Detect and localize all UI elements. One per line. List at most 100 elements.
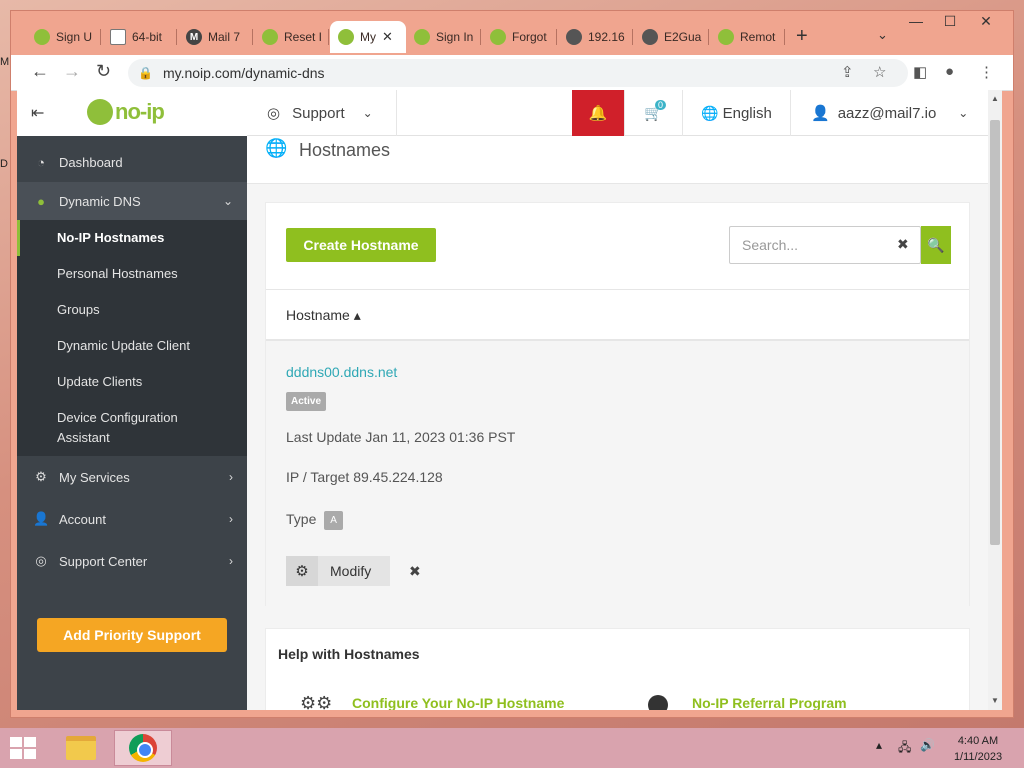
gear-icon: ⚙ — [286, 556, 318, 586]
clear-search-icon[interactable]: ✖ — [897, 236, 909, 253]
sidebar-header: ⇤ no-ip — [17, 90, 247, 136]
sidebar-item-support-center[interactable]: ◎ Support Center › — [17, 540, 247, 582]
search-button[interactable]: 🔍 — [921, 226, 951, 264]
create-hostname-button[interactable]: Create Hostname — [286, 228, 436, 262]
share-icon[interactable]: ⇪ — [841, 63, 854, 81]
top-navigation: ◎ Support ⌄ 🔔 🛒 0 🌐 English 👤 aazz@mail7… — [247, 90, 991, 136]
delete-hostname-icon[interactable]: ✖ — [409, 563, 421, 580]
forward-arrow-icon[interactable]: → — [63, 61, 81, 82]
ip-target-text: IP / Target 89.45.224.128 — [286, 469, 443, 485]
user-menu[interactable]: 👤 aazz@mail7.io ⌄ — [791, 90, 991, 136]
file-explorer-button[interactable] — [52, 730, 110, 766]
volume-icon[interactable]: 🔊 — [920, 738, 935, 752]
noip-favicon-icon — [414, 29, 430, 45]
network-icon[interactable]: 🖧 — [898, 738, 911, 759]
type-label: Type — [286, 511, 317, 528]
lifebuoy-icon: ◎ — [267, 105, 281, 122]
language-label: English — [722, 104, 772, 122]
address-bar[interactable]: 🔒 my.noip.com/dynamic-dns — [128, 59, 908, 87]
gear-icon: ⚙ — [35, 469, 47, 484]
globe-favicon-icon — [642, 29, 658, 45]
modify-button[interactable]: ⚙ Modify — [286, 556, 390, 586]
bookmark-star-icon[interactable]: ☆ — [873, 63, 886, 81]
sidebar-item-label: Dynamic DNS — [59, 193, 141, 209]
sidebar-subitem-assistant[interactable]: Assistant — [57, 428, 110, 448]
tab-my-active[interactable]: My ✕ — [330, 21, 406, 53]
configure-hostname-link[interactable]: Configure Your No-IP Hostname — [352, 695, 564, 710]
notifications-bell-button[interactable]: 🔔 — [572, 90, 625, 136]
tab-reset[interactable]: Reset I — [254, 21, 329, 53]
dynamic-dns-submenu: No-IP Hostnames Personal Hostnames Group… — [17, 220, 247, 456]
sidebar-subitem-noip-hostnames[interactable]: No-IP Hostnames — [57, 228, 164, 248]
tab-sign-in[interactable]: Sign In — [406, 21, 481, 53]
search-input[interactable]: Search... — [729, 226, 921, 264]
cart-button[interactable]: 🛒 0 — [625, 90, 683, 136]
menu-dots-icon[interactable]: ⋮ — [979, 63, 994, 81]
desktop-icon-fragment: D — [0, 158, 8, 170]
sidebar-item-label: My Services — [59, 469, 130, 485]
chrome-taskbar-button[interactable] — [114, 730, 172, 766]
cart-count-badge: 0 — [655, 100, 667, 110]
sidebar-item-account[interactable]: 👤 Account › — [17, 498, 247, 540]
tab-sign-up[interactable]: Sign U — [26, 21, 101, 53]
globe-icon: ● — [37, 193, 45, 209]
active-indicator — [17, 220, 20, 256]
sidebar-subitem-groups[interactable]: Groups — [57, 300, 100, 320]
chevron-down-icon: ⌄ — [222, 194, 233, 208]
tab-label: Sign U — [56, 30, 93, 44]
gears-icon: ⚙⚙ — [300, 693, 333, 710]
hostname-column-header[interactable]: Hostname ▴ — [286, 307, 361, 324]
folder-icon — [66, 736, 96, 760]
windows-start-icon[interactable] — [10, 737, 36, 759]
tab-remote[interactable]: Remot — [710, 21, 785, 53]
sidebar-item-dashboard[interactable]: ◔ Dashboard — [17, 142, 247, 182]
language-selector[interactable]: 🌐 English — [683, 90, 791, 136]
reload-icon[interactable]: ↻ — [96, 61, 111, 82]
maximize-icon[interactable]: ☐ — [933, 13, 967, 30]
tab-mail7[interactable]: M Mail 7 — [178, 21, 253, 53]
help-card: Help with Hostnames ⚙⚙ Configure Your No… — [265, 628, 970, 710]
scroll-down-icon[interactable]: ▼ — [991, 696, 999, 705]
page-scrollbar[interactable]: ▲ ▼ — [988, 90, 1002, 710]
close-window-icon[interactable]: ✕ — [969, 13, 1003, 30]
support-label: Support — [292, 104, 345, 122]
tab-strip: Sign U 64-bit M Mail 7 Reset I My ✕ Sign… — [11, 11, 1013, 57]
add-priority-support-button[interactable]: Add Priority Support — [37, 618, 227, 652]
tab-close-icon[interactable]: ✕ — [382, 29, 393, 45]
back-arrow-icon[interactable]: ← — [31, 61, 49, 82]
chevron-down-icon: ⌄ — [958, 106, 969, 120]
type-row: Type A — [286, 511, 343, 530]
search-icon: 🔍 — [927, 236, 945, 253]
side-panel-icon[interactable]: ◧ — [913, 63, 927, 81]
tab-search-chevron-icon[interactable]: ⌄ — [877, 27, 888, 43]
url-text: my.noip.com/dynamic-dns — [162, 65, 325, 81]
sidebar-subitem-dynamic-update-client[interactable]: Dynamic Update Client — [57, 336, 190, 356]
sidebar-item-my-services[interactable]: ⚙ My Services › — [17, 456, 247, 498]
clock[interactable]: 4:40 AM 1/11/2023 — [948, 733, 1008, 765]
chevron-right-icon: › — [229, 512, 233, 526]
support-menu[interactable]: ◎ Support ⌄ — [247, 90, 397, 136]
scroll-up-icon[interactable]: ▲ — [991, 94, 999, 103]
noip-logo[interactable]: no-ip — [87, 99, 165, 125]
tab-64-bit[interactable]: 64-bit — [102, 21, 177, 53]
sidebar-item-dynamic-dns[interactable]: ● Dynamic DNS ⌄ — [17, 182, 247, 220]
hostname-link[interactable]: dddns00.ddns.net — [286, 364, 397, 380]
tab-e2guardian[interactable]: E2Gua — [634, 21, 709, 53]
sidebar-subitem-personal-hostnames[interactable]: Personal Hostnames — [57, 264, 178, 284]
tab-label: Sign In — [436, 30, 474, 44]
tray-expand-icon[interactable]: ▴ — [876, 738, 882, 752]
scrollbar-thumb[interactable] — [990, 120, 1000, 545]
profile-icon[interactable]: ● — [945, 63, 954, 80]
referral-program-link[interactable]: No-IP Referral Program — [692, 695, 847, 710]
chevron-right-icon: › — [229, 470, 233, 484]
tab-192[interactable]: 192.16 — [558, 21, 633, 53]
sidebar-subitem-device-configuration[interactable]: Device Configuration — [57, 408, 178, 428]
minimize-icon[interactable]: — — [899, 13, 933, 29]
sidebar-subitem-update-clients[interactable]: Update Clients — [57, 372, 142, 392]
tab-forgot[interactable]: Forgot — [482, 21, 557, 53]
sidebar-toggle-icon[interactable]: ⇤ — [31, 103, 44, 123]
hostnames-card: Create Hostname Search... ✖ 🔍 Hostname ▴… — [265, 202, 970, 606]
new-tab-button[interactable]: + — [796, 25, 808, 48]
tab-label: Forgot — [512, 30, 547, 44]
